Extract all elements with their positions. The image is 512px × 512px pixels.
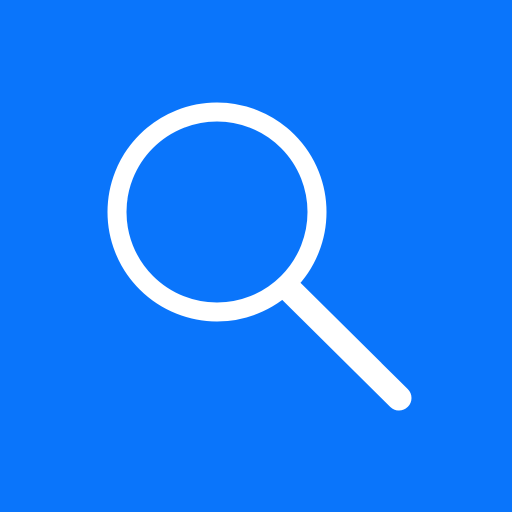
- magnifier-handle: [277, 277, 412, 411]
- search-app-icon[interactable]: [0, 0, 512, 512]
- search-icon: [107, 102, 412, 411]
